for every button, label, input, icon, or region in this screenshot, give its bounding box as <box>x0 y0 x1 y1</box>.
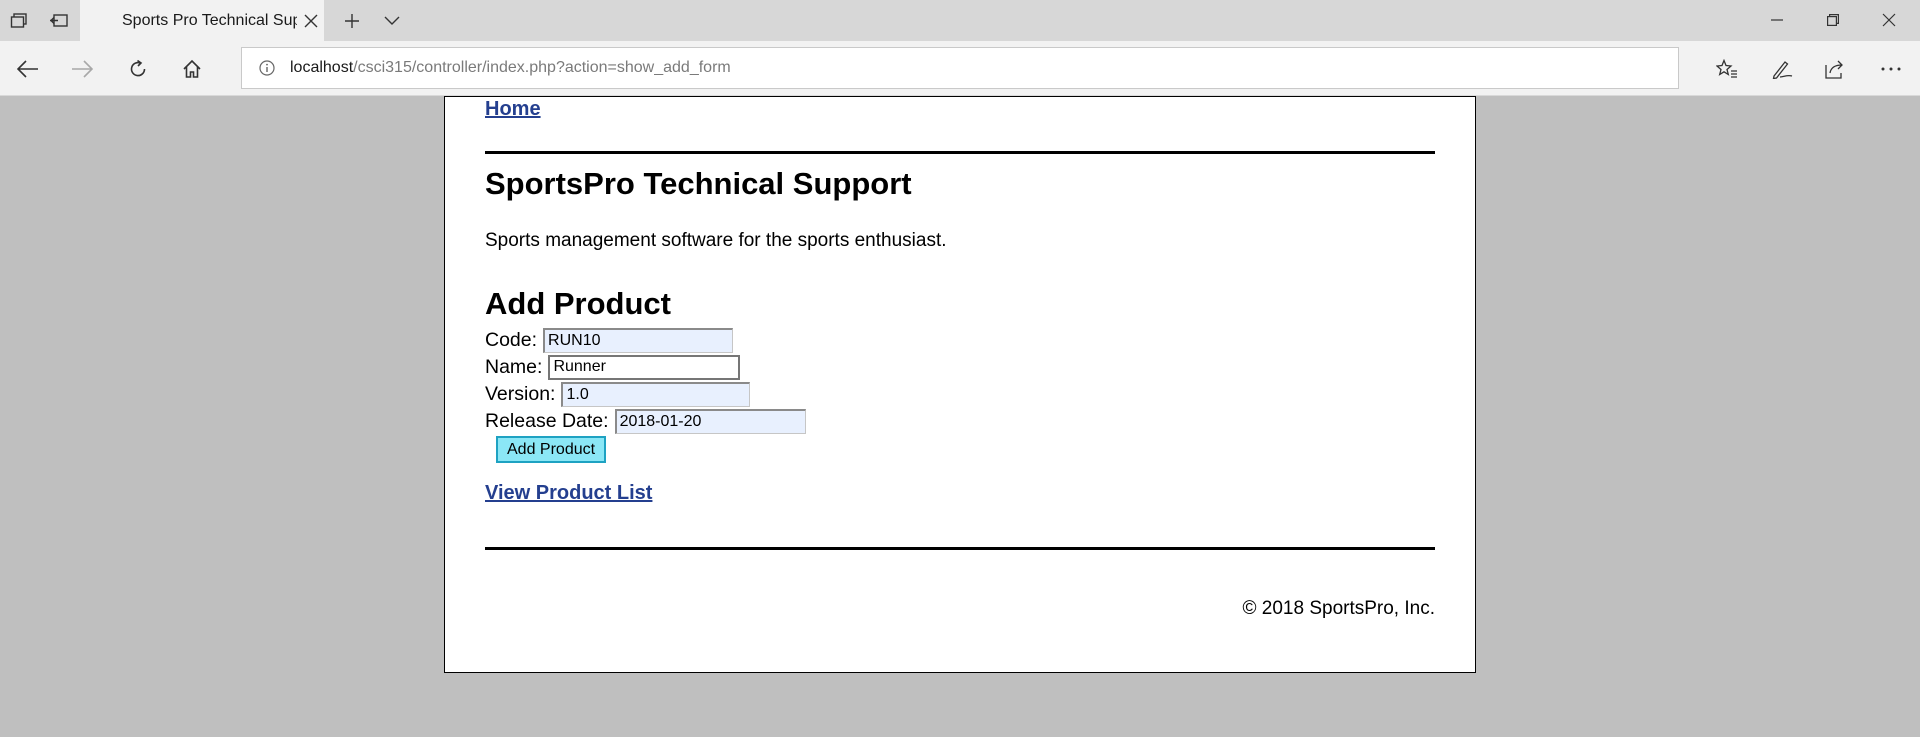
url-host: localhost <box>290 59 354 76</box>
version-label: Version: <box>485 382 556 405</box>
navigation-bar: localhost/csci315/controller/index.php?a… <box>0 41 1920 96</box>
more-options-icon[interactable] <box>1877 55 1905 83</box>
address-bar[interactable]: localhost/csci315/controller/index.php?a… <box>241 47 1679 89</box>
close-window-icon[interactable] <box>1866 5 1912 35</box>
set-aside-tabs-icon[interactable] <box>48 10 70 32</box>
refresh-icon[interactable] <box>124 55 152 83</box>
release-date-field: Release Date: <box>485 408 806 434</box>
tab-list-chevron-icon[interactable] <box>381 10 403 32</box>
favorites-star-icon[interactable] <box>1713 55 1741 83</box>
page-container: Home SportsPro Technical Support Sports … <box>444 96 1476 673</box>
tab-title: Sports Pro Technical Support <box>122 12 297 29</box>
new-tab-icon[interactable] <box>341 10 363 32</box>
copyright-footer: © 2018 SportsPro, Inc. <box>1242 598 1436 619</box>
url-text: localhost/csci315/controller/index.php?a… <box>290 59 731 77</box>
tab-sets-icon[interactable] <box>8 10 30 32</box>
code-label: Code: <box>485 328 538 351</box>
back-arrow-icon[interactable] <box>14 55 42 83</box>
version-input[interactable] <box>561 381 751 407</box>
close-tab-icon[interactable] <box>300 10 322 32</box>
add-product-button[interactable]: Add Product <box>496 436 607 463</box>
tagline: Sports management software for the sport… <box>485 230 947 251</box>
site-info-icon[interactable] <box>258 59 276 77</box>
release-date-input[interactable] <box>614 408 806 434</box>
version-field: Version: <box>485 381 751 407</box>
footer-divider <box>485 547 1435 550</box>
minimize-icon[interactable] <box>1754 5 1800 35</box>
page-title: SportsPro Technical Support <box>485 166 912 201</box>
header-divider <box>485 151 1435 154</box>
code-field: Code: <box>485 327 734 353</box>
active-tab[interactable]: Sports Pro Technical Support <box>80 0 324 41</box>
share-icon[interactable] <box>1822 55 1850 83</box>
restore-icon[interactable] <box>1810 5 1856 35</box>
pen-notes-icon[interactable] <box>1768 55 1796 83</box>
view-product-list-link[interactable]: View Product List <box>485 482 652 505</box>
form-heading: Add Product <box>485 286 671 321</box>
home-link[interactable]: Home <box>485 98 541 121</box>
forward-arrow-icon[interactable] <box>68 55 96 83</box>
home-icon[interactable] <box>178 55 206 83</box>
name-input[interactable] <box>548 354 741 380</box>
name-label: Name: <box>485 355 543 378</box>
tab-bar: Sports Pro Technical Support <box>0 0 1920 41</box>
url-path: /csci315/controller/index.php?action=sho… <box>353 59 731 76</box>
name-field: Name: <box>485 354 741 380</box>
release-date-label: Release Date: <box>485 409 609 432</box>
code-input[interactable] <box>543 327 734 353</box>
